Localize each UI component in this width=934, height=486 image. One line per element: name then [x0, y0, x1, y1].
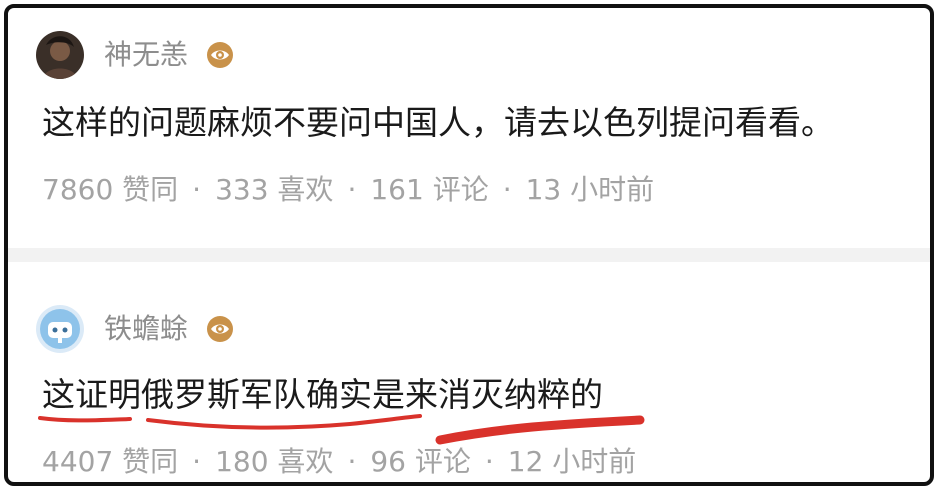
comment-separator: [8, 248, 930, 262]
meta-separator: ·: [347, 445, 357, 478]
timestamp: 12 小时前: [507, 445, 637, 478]
eye-badge-icon: [207, 316, 234, 342]
blue-cartoon-avatar-icon: [36, 305, 84, 353]
comment-card: 铁蟾蜍 这证明俄罗斯军队确实是来消灭纳粹的 4407 赞同 · 180 喜欢 ·…: [8, 262, 930, 482]
likes-count[interactable]: 4407 赞同: [42, 448, 178, 476]
avatar[interactable]: [36, 31, 84, 79]
username[interactable]: 铁蟾蜍: [104, 315, 188, 343]
meta-separator: ·: [192, 445, 202, 478]
favorites-count[interactable]: 180 喜欢: [215, 448, 333, 476]
comment-meta: 4407 赞同 · 180 喜欢 · 96 评论 · 12 小时前: [42, 448, 636, 476]
username[interactable]: 神无恙: [104, 41, 188, 69]
eye-badge-icon: [207, 42, 234, 68]
comment-card: 神无恙 这样的问题麻烦不要问中国人，请去以色列提问看看。 7860 赞同 · 3…: [8, 8, 930, 248]
comments-count[interactable]: 161 评论: [370, 176, 488, 204]
meta-separator: ·: [502, 173, 512, 206]
comment-header: 神无恙: [36, 30, 234, 80]
comments-count[interactable]: 96 评论: [370, 448, 471, 476]
avatar[interactable]: [36, 305, 84, 353]
meta-separator: ·: [192, 173, 202, 206]
favorites-count[interactable]: 333 喜欢: [215, 176, 333, 204]
likes-count[interactable]: 7860 赞同: [42, 176, 178, 204]
screenshot-frame: 神无恙 这样的问题麻烦不要问中国人，请去以色列提问看看。 7860 赞同 · 3…: [4, 4, 934, 486]
meta-separator: ·: [484, 445, 494, 478]
meta-separator: ·: [347, 173, 357, 206]
comment-meta: 7860 赞同 · 333 喜欢 · 161 评论 · 13 小时前: [42, 176, 654, 204]
dark-portrait-avatar-icon: [36, 31, 84, 79]
comment-text: 这样的问题麻烦不要问中国人，请去以色列提问看看。: [42, 103, 834, 142]
timestamp: 13 小时前: [525, 173, 655, 206]
comment-header: 铁蟾蜍: [36, 304, 234, 354]
comment-text: 这证明俄罗斯军队确实是来消灭纳粹的: [42, 375, 603, 414]
